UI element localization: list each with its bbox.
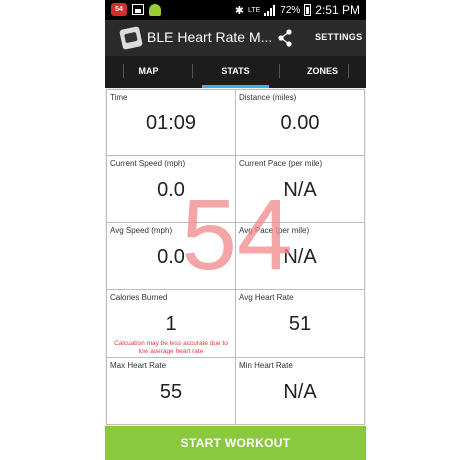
tab-stats[interactable]: STATS xyxy=(192,56,279,88)
tab-bar: MAP STATS ZONES xyxy=(105,56,366,88)
stat-label: Current Speed (mph) xyxy=(110,159,186,168)
stat-max-heart-rate: Max Heart Rate 55 xyxy=(106,357,236,425)
stat-calories: Calories Burned 1 Calcuation may be less… xyxy=(106,289,236,358)
stat-value: 01:09 xyxy=(145,112,197,134)
stat-distance: Distance (miles) 0.00 xyxy=(235,89,365,156)
stat-avg-heart-rate: Avg Heart Rate 51 xyxy=(235,289,365,358)
calorie-accuracy-warning: Calcuation may be less accurate due to xyxy=(114,340,228,347)
stat-value: 51 xyxy=(288,313,312,335)
tab-divider xyxy=(279,64,280,78)
tab-divider xyxy=(123,64,124,78)
stat-label: Current Pace (per mile) xyxy=(239,159,323,168)
signal-icon xyxy=(264,4,276,16)
stat-label: Calories Burned xyxy=(110,293,168,302)
bluetooth-icon: ✱ xyxy=(234,4,244,17)
clock: 2:51 PM xyxy=(315,3,360,17)
stat-label: Avg Heart Rate xyxy=(239,293,294,302)
stat-value: 0.00 xyxy=(280,112,320,134)
image-notification-icon xyxy=(132,4,144,15)
battery-percent: 72% xyxy=(280,4,301,16)
calorie-accuracy-warning-line2: low average heart rate xyxy=(138,348,204,355)
battery-icon xyxy=(304,4,312,16)
app-title: BLE Heart Rate M... xyxy=(147,29,273,45)
android-notification-icon xyxy=(149,3,161,16)
stat-label: Time xyxy=(110,93,128,102)
tab-map[interactable]: MAP xyxy=(105,56,192,88)
tab-zones[interactable]: ZONES xyxy=(279,56,366,88)
stat-label: Max Heart Rate xyxy=(110,361,167,370)
phone-screen: 54 ✱ LTE 72% 2:51 PM BLE Heart Rate M...… xyxy=(105,0,366,460)
stat-value: 1 xyxy=(165,313,177,335)
status-bar: 54 ✱ LTE 72% 2:51 PM xyxy=(105,0,366,20)
app-logo-icon[interactable] xyxy=(119,26,143,50)
heart-rate-notification-icon: 54 xyxy=(111,3,127,16)
share-icon[interactable] xyxy=(277,29,293,47)
stat-label: Avg Speed (mph) xyxy=(110,226,173,235)
stat-min-heart-rate: Min Heart Rate N/A xyxy=(235,357,365,425)
settings-button[interactable]: SETTINGS xyxy=(315,32,362,42)
stat-value: N/A xyxy=(283,381,317,403)
stat-label: Min Heart Rate xyxy=(239,361,293,370)
start-workout-button[interactable]: START WORKOUT xyxy=(105,426,366,460)
current-heart-rate-overlay: 54 xyxy=(181,179,293,291)
stat-time: Time 01:09 xyxy=(106,89,236,156)
action-bar: BLE Heart Rate M... SETTINGS xyxy=(105,20,366,56)
tab-divider xyxy=(348,64,349,78)
stat-label: Distance (miles) xyxy=(239,93,297,102)
stat-value: 55 xyxy=(159,381,183,403)
tab-divider xyxy=(192,64,193,78)
lte-indicator: LTE xyxy=(247,6,261,14)
